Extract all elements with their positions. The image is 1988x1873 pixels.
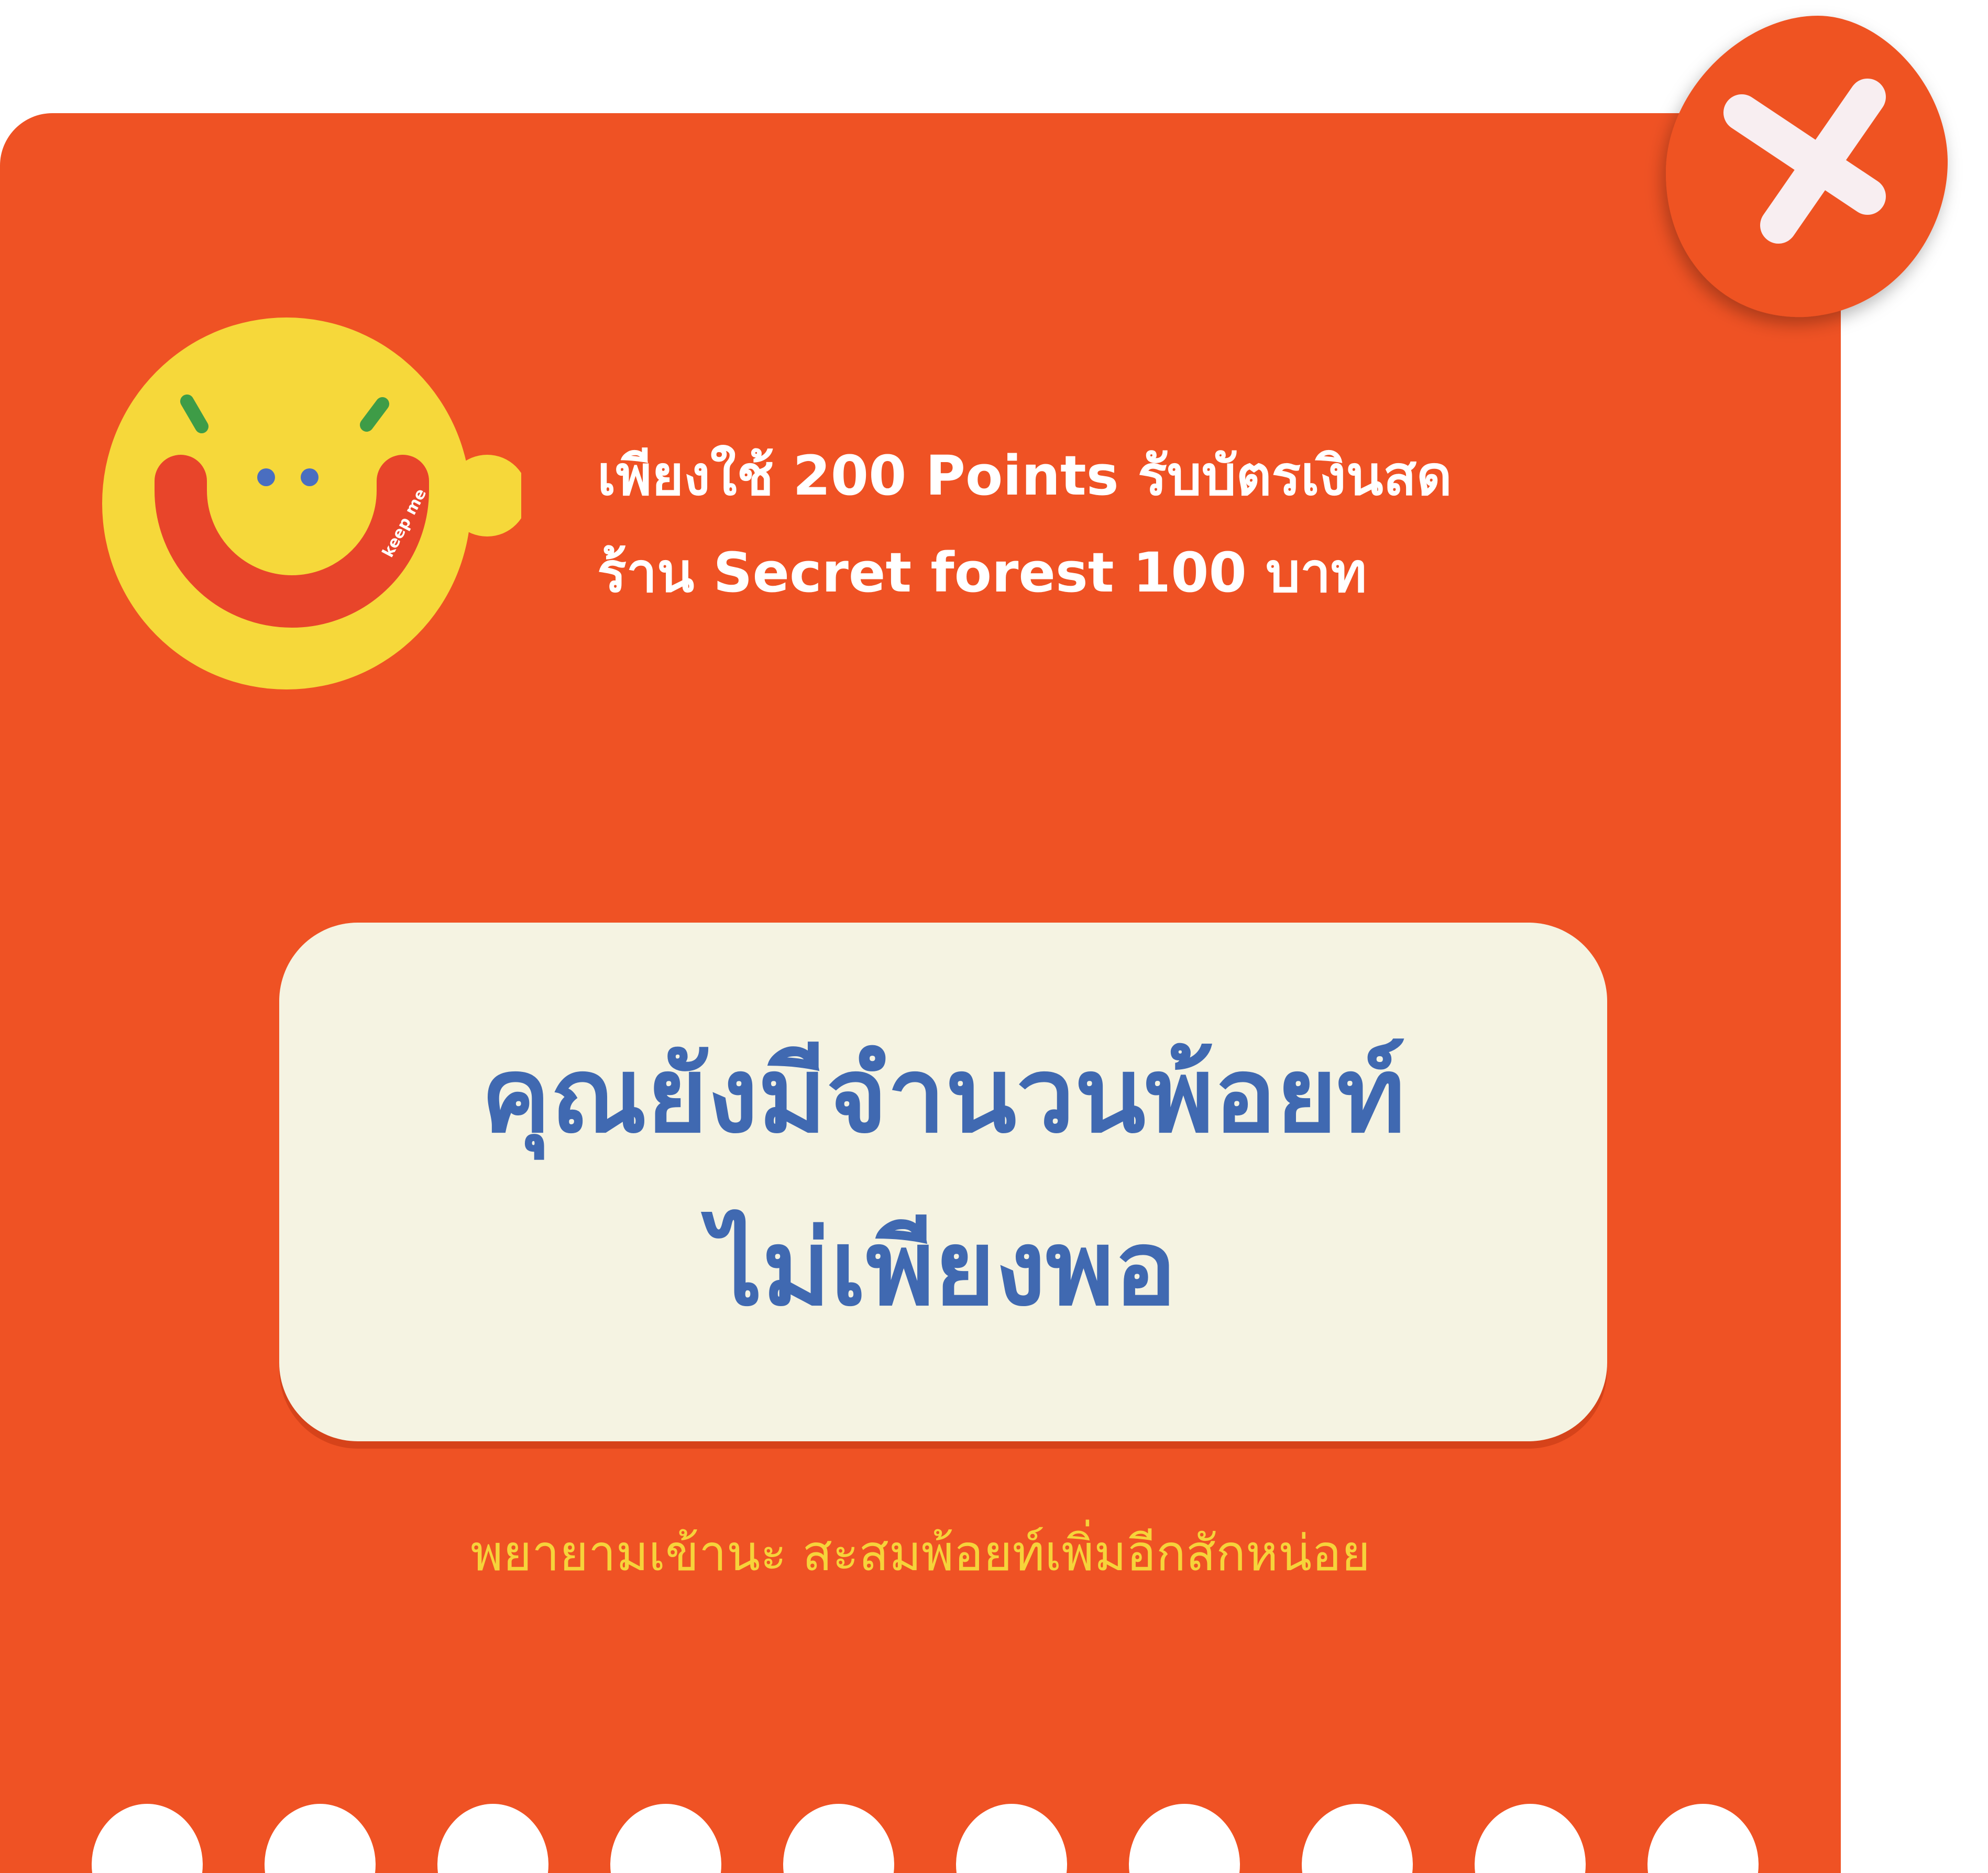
- smiley-face-icon: keep me: [102, 317, 528, 689]
- insufficient-points-message-box: คุณยังมีจำนวนพ้อยท์ ไม่เพียงพอ: [279, 923, 1607, 1441]
- message-line-1: คุณยังมีจำนวนพ้อยท์: [481, 1035, 1405, 1156]
- encouragement-hint: พยายามเข้านะ สะสมพ้อยท์เพิ่มอีกสักหน่อย: [470, 1525, 1370, 1582]
- offer-headline-line-1: เพียงใช้ 200 Points รับบัตรเงินสด: [597, 444, 1452, 508]
- mascot-right-eye: [301, 468, 318, 486]
- popup-card: keep me เพียงใช้ 200 Points รับบัตรเงินส…: [0, 113, 1841, 1873]
- offer-headline: เพียงใช้ 200 Points รับบัตรเงินสด ร้าน S…: [597, 428, 1776, 621]
- keep-me-mascot-logo: keep me: [102, 317, 528, 689]
- close-icon: [1666, 16, 1948, 317]
- offer-headline-line-2: ร้าน Secret forest 100 บาท: [597, 541, 1367, 605]
- mascot-left-eye: [257, 468, 275, 486]
- message-line-2: ไม่เพียงพอ: [710, 1208, 1177, 1329]
- close-button[interactable]: [1661, 10, 1951, 325]
